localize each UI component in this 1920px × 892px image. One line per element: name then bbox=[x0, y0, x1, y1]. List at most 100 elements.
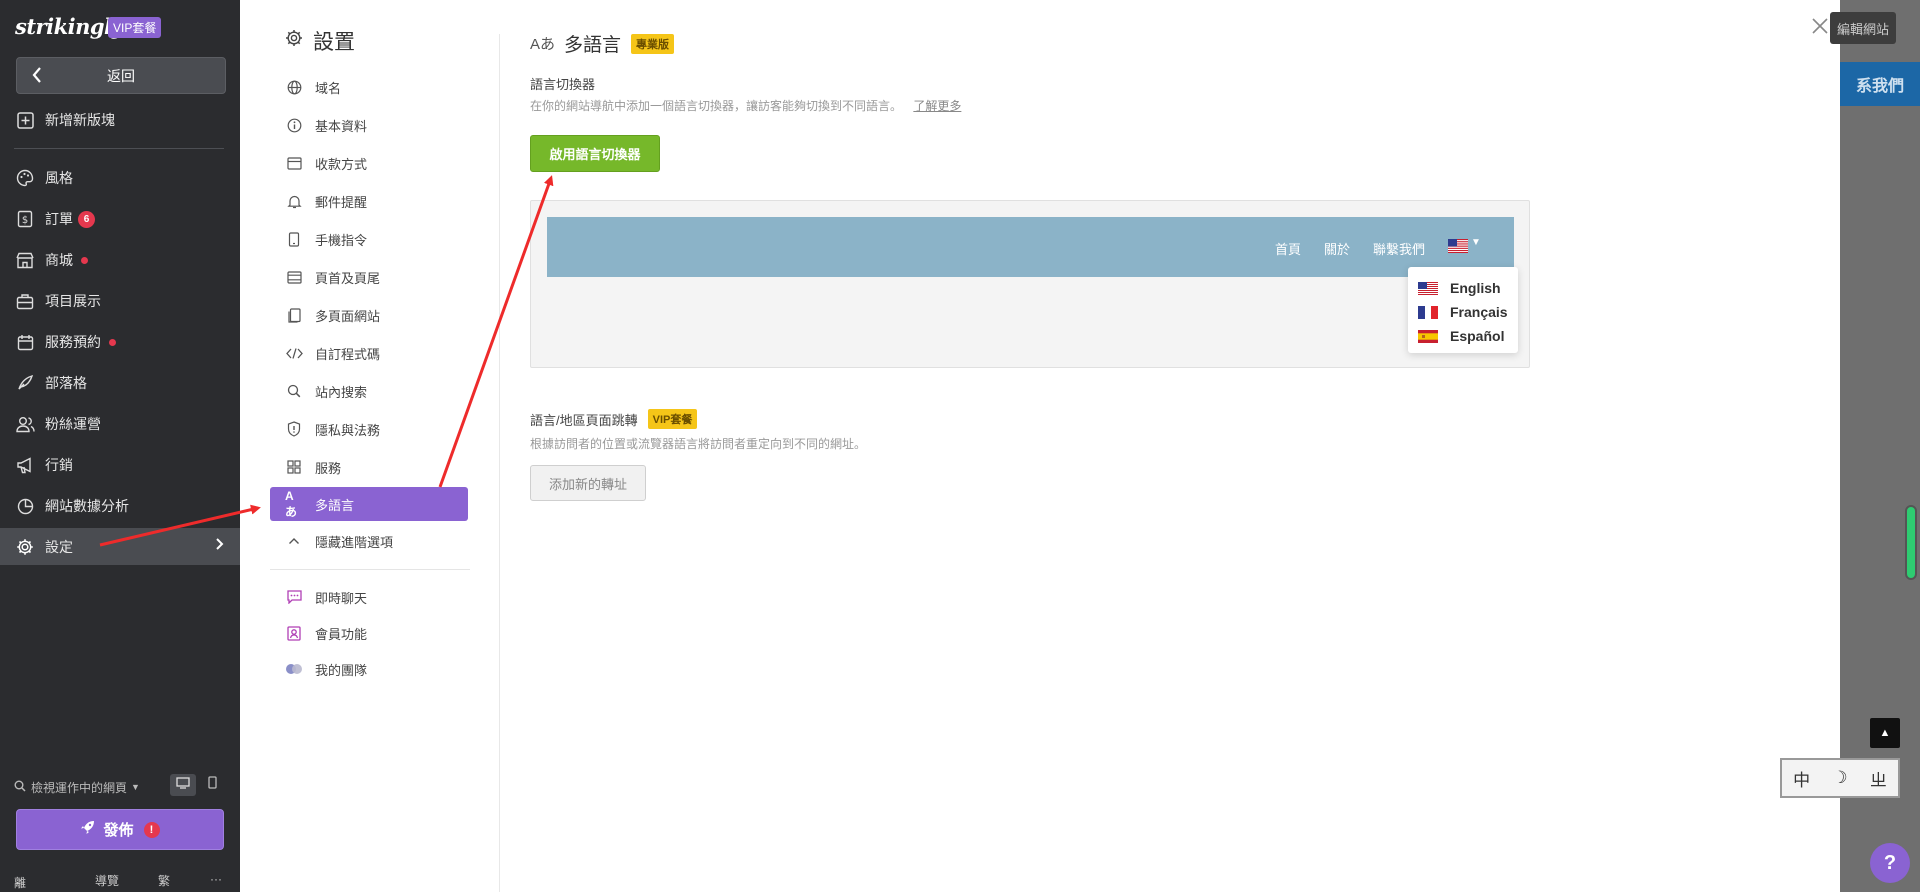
notification-dot bbox=[109, 338, 116, 346]
sidebar-item-blog[interactable]: 部落格 bbox=[0, 364, 240, 402]
gear-icon bbox=[285, 29, 303, 53]
sidebar-item-label: 商城 bbox=[45, 252, 73, 268]
card-icon bbox=[285, 156, 303, 170]
translate-icon: Aあ bbox=[285, 488, 298, 519]
menu-email-notifications[interactable]: 郵件提醒 bbox=[270, 184, 468, 218]
menu-live-chat[interactable]: 即時聊天 bbox=[270, 580, 468, 614]
back-label: 返回 bbox=[107, 67, 135, 84]
edit-site-button[interactable]: 編輯網站 bbox=[1830, 12, 1896, 44]
member-icon bbox=[285, 625, 303, 641]
chevron-left-icon bbox=[31, 66, 43, 89]
menu-basic-info[interactable]: 基本資料 bbox=[270, 108, 468, 142]
menu-custom-code[interactable]: 自訂程式碼 bbox=[270, 336, 468, 370]
ime-zhuyin-mode[interactable]: ㄓ bbox=[1870, 766, 1887, 791]
publish-label: 發佈 bbox=[103, 822, 134, 839]
sidebar-item-marketing[interactable]: 行銷 bbox=[0, 446, 240, 484]
chat-icon bbox=[285, 590, 303, 604]
menu-label: 頁首及頁尾 bbox=[315, 270, 381, 286]
settings-modal: 設置 域名 基本資料 收款方式 郵件提醒 手機指令 頁首及頁尾 多頁面網站 自訂… bbox=[240, 0, 1840, 892]
sidebar-item-settings[interactable]: 設定 bbox=[0, 528, 240, 565]
megaphone-icon bbox=[14, 456, 36, 474]
redirect-description: 根據訪問者的位置或流覽器語言將訪問者重定向到不同的網址。 bbox=[530, 437, 867, 451]
enable-language-switcher-button[interactable]: 啟用語言切換器 bbox=[530, 135, 660, 172]
notification-dot bbox=[81, 256, 88, 264]
learn-more-link[interactable]: 了解更多 bbox=[913, 99, 961, 113]
guide-link[interactable]: 導覽 bbox=[95, 872, 119, 889]
help-button[interactable]: ? bbox=[1870, 843, 1910, 883]
menu-domain[interactable]: 域名 bbox=[270, 70, 468, 104]
menu-label: 服務 bbox=[315, 460, 342, 476]
sidebar-item-analytics[interactable]: 網站數據分析 bbox=[0, 487, 240, 525]
menu-multilingual[interactable]: Aあ 多語言 bbox=[270, 487, 468, 521]
more-menu-button[interactable]: ··· bbox=[210, 872, 222, 886]
caret-down-icon: ▼ bbox=[1471, 237, 1481, 248]
settings-title: 設置 bbox=[285, 26, 355, 56]
analytics-icon bbox=[14, 498, 36, 515]
input-method-toolbar[interactable]: 中 ☽ ㄓ bbox=[1780, 758, 1900, 798]
sidebar-item-label: 粉絲運營 bbox=[45, 416, 101, 432]
menu-label: 我的團隊 bbox=[315, 662, 368, 678]
sidebar-footer: ←離開 導覽 繁 ··· bbox=[14, 872, 222, 890]
menu-services[interactable]: 服務 bbox=[270, 450, 468, 484]
menu-label: 隱藏進階選項 bbox=[315, 534, 394, 550]
editor-sidebar: strikingly VIP套餐 返回 新增新版塊 風格 $ 訂單 6 商城 項… bbox=[0, 0, 240, 892]
publish-button[interactable]: 發佈 ! bbox=[16, 809, 224, 850]
menu-membership[interactable]: 會員功能 bbox=[270, 616, 468, 650]
menu-site-search[interactable]: 站內搜索 bbox=[270, 374, 468, 408]
menu-payment[interactable]: 收款方式 bbox=[270, 146, 468, 180]
order-count-badge: 6 bbox=[78, 210, 95, 228]
menu-hide-advanced[interactable]: 隱藏進階選項 bbox=[270, 524, 468, 558]
add-redirect-button[interactable]: 添加新的轉址 bbox=[530, 465, 646, 501]
menu-label: 手機指令 bbox=[315, 232, 368, 248]
us-flag-icon bbox=[1418, 281, 1438, 295]
ime-chinese-mode[interactable]: 中 bbox=[1793, 766, 1810, 791]
store-icon bbox=[14, 252, 36, 269]
multilingual-content: Aあ 多語言 專業版 語言切換器 在你的網站導航中添加一個語言切換器，讓訪客能夠… bbox=[530, 0, 1590, 892]
preview-navbar: 首頁 關於 聯繫我們 ▼ bbox=[547, 217, 1514, 277]
code-icon bbox=[285, 347, 303, 360]
add-section-button[interactable]: 新增新版塊 bbox=[0, 101, 240, 139]
rocket-icon bbox=[80, 820, 95, 839]
header-footer-icon bbox=[285, 270, 303, 284]
bell-icon bbox=[285, 194, 303, 209]
publish-alert-badge: ! bbox=[143, 821, 160, 838]
sidebar-item-portfolio[interactable]: 項目展示 bbox=[0, 282, 240, 320]
sidebar-item-label: 訂單 bbox=[45, 211, 73, 227]
language-option-english: English bbox=[1418, 277, 1501, 299]
menu-privacy-legal[interactable]: 隱私與法務 bbox=[270, 412, 468, 446]
scroll-to-top-button[interactable]: ▲ bbox=[1870, 718, 1900, 748]
sidebar-item-booking[interactable]: 服務預約 bbox=[0, 323, 240, 361]
menu-mobile-actions[interactable]: 手機指令 bbox=[270, 222, 468, 256]
close-modal-button[interactable] bbox=[1808, 14, 1832, 38]
ime-moon-icon[interactable]: ☽ bbox=[1832, 768, 1847, 788]
panel-divider bbox=[499, 34, 500, 892]
question-icon: ? bbox=[1883, 851, 1897, 874]
caret-down-icon: ▼ bbox=[131, 782, 140, 792]
mobile-view-toggle[interactable] bbox=[200, 774, 224, 796]
sidebar-item-label: 網站數據分析 bbox=[45, 498, 129, 514]
sidebar-item-label: 設定 bbox=[45, 538, 73, 555]
sidebar-item-audience[interactable]: 粉絲運營 bbox=[0, 405, 240, 443]
scroll-indicator[interactable] bbox=[1905, 505, 1917, 580]
desktop-view-toggle[interactable] bbox=[170, 774, 196, 796]
globe-icon bbox=[285, 80, 303, 95]
sidebar-item-style[interactable]: 風格 bbox=[0, 159, 240, 197]
menu-header-footer[interactable]: 頁首及頁尾 bbox=[270, 260, 468, 294]
language-option-french: Français bbox=[1418, 301, 1508, 323]
phone-icon bbox=[285, 231, 303, 247]
sidebar-item-store[interactable]: 商城 bbox=[0, 241, 240, 279]
vip-badge: VIP套餐 bbox=[108, 17, 162, 38]
menu-label: 郵件提醒 bbox=[315, 194, 368, 210]
language-toggle[interactable]: 繁 bbox=[158, 872, 170, 889]
menu-label: 收款方式 bbox=[315, 156, 368, 172]
background-contact-banner: 系我們 bbox=[1840, 62, 1920, 106]
language-option-spanish: Español bbox=[1418, 325, 1504, 347]
sidebar-item-orders[interactable]: $ 訂單 6 bbox=[0, 200, 240, 238]
sidebar-item-label: 部落格 bbox=[45, 375, 87, 391]
svg-text:$: $ bbox=[22, 215, 28, 226]
menu-multi-page[interactable]: 多頁面網站 bbox=[270, 298, 468, 332]
menu-my-team[interactable]: 我的團隊 bbox=[270, 652, 468, 686]
back-button[interactable]: 返回 bbox=[16, 57, 226, 94]
caret-up-icon: ▲ bbox=[1879, 727, 1891, 739]
menu-label: 站內搜索 bbox=[315, 384, 368, 400]
